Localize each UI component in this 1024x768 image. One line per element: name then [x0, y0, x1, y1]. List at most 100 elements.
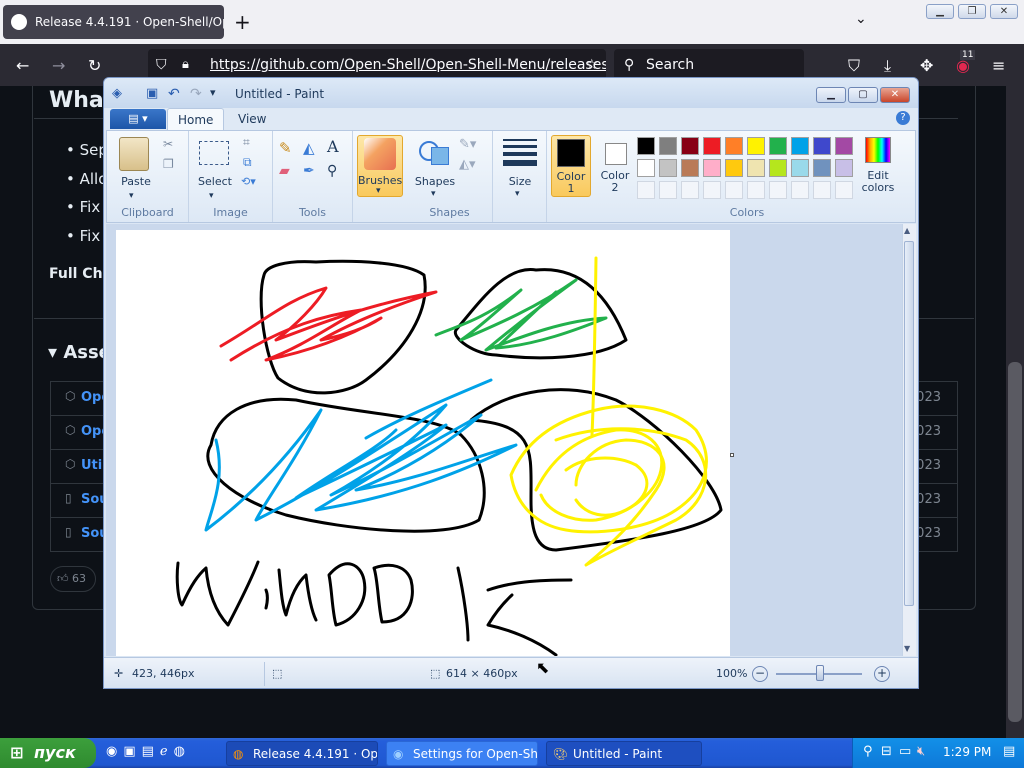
scroll-up-icon[interactable]: ▲ — [904, 226, 910, 235]
minimize-button[interactable]: ▁ — [926, 4, 954, 19]
magnifier-icon[interactable]: ⚲ — [327, 163, 337, 179]
palette-swatch[interactable] — [725, 137, 743, 155]
palette-swatch[interactable] — [747, 137, 765, 155]
extensions-icon[interactable]: ✥ — [920, 56, 933, 75]
paste-dropdown-icon[interactable]: ▾ — [129, 191, 134, 201]
select-dropdown-icon[interactable]: ▾ — [209, 191, 214, 201]
undo-icon[interactable]: ↶ — [168, 86, 182, 102]
canvas-resize-handle[interactable] — [730, 453, 734, 457]
new-tab-button[interactable]: + — [234, 10, 251, 34]
close-button[interactable]: ✕ — [990, 4, 1018, 19]
save-icon[interactable]: ▣ — [146, 86, 160, 101]
start-button[interactable]: ⊞ пуск — [0, 738, 96, 768]
fill-icon[interactable]: ◭ — [303, 139, 315, 157]
palette-swatch[interactable] — [747, 159, 765, 177]
paint-title-bar[interactable] — [104, 78, 918, 108]
palette-empty-swatch[interactable] — [637, 181, 655, 199]
forward-icon[interactable]: → — [52, 56, 65, 75]
palette-empty-swatch[interactable] — [835, 181, 853, 199]
palette-swatch[interactable] — [659, 137, 677, 155]
palette-swatch[interactable] — [659, 159, 677, 177]
palette-empty-swatch[interactable] — [681, 181, 699, 199]
palette-swatch[interactable] — [703, 159, 721, 177]
paint-minimize-button[interactable]: ▁ — [816, 87, 846, 103]
canvas-scroll-thumb[interactable] — [904, 241, 914, 606]
page-scroll-thumb[interactable] — [1008, 362, 1022, 722]
palette-swatch[interactable] — [769, 137, 787, 155]
color2-button[interactable]: Color 2 — [595, 135, 635, 197]
text-icon[interactable]: A — [327, 137, 339, 156]
palette-empty-swatch[interactable] — [725, 181, 743, 199]
palette-empty-swatch[interactable] — [791, 181, 809, 199]
restore-button[interactable]: ❐ — [958, 4, 986, 19]
redo-icon[interactable]: ↷ — [190, 86, 204, 102]
reload-icon[interactable]: ↻ — [88, 56, 101, 75]
palette-empty-swatch[interactable] — [747, 181, 765, 199]
copy-icon[interactable]: ❐ — [163, 157, 174, 171]
download-icon[interactable]: ⤓ — [884, 56, 891, 76]
brushes-button[interactable]: Brushes ▾ — [357, 135, 403, 197]
tray-volume-muted-icon[interactable]: 🔇︎ — [917, 744, 925, 759]
clock[interactable]: 1:29 PM — [943, 745, 991, 759]
eraser-icon[interactable]: ▰ — [279, 163, 290, 179]
quick-access-dropdown-icon[interactable]: ▾ — [210, 86, 224, 100]
shapes-button[interactable]: Shapes — [413, 175, 457, 188]
browser-tab-active[interactable]: Release 4.4.191 · Open-Shell/Op ✕ — [3, 5, 224, 39]
select-button[interactable]: Select — [195, 175, 235, 188]
assets-heading[interactable]: ▾ Asse — [48, 342, 111, 363]
taskbar-item-paint[interactable]: 🎨︎ Untitled - Paint — [546, 741, 702, 766]
palette-swatch[interactable] — [813, 159, 831, 177]
palette-swatch[interactable] — [813, 137, 831, 155]
paint-menu-button[interactable]: ▤ ▾ — [110, 109, 166, 129]
shapes-dropdown-icon[interactable]: ▾ — [431, 189, 436, 199]
color-picker-icon[interactable]: ✒ — [303, 163, 315, 179]
paint-close-button[interactable]: ✕ — [880, 87, 910, 103]
crop-icon[interactable]: ⌗ — [243, 135, 250, 150]
menu-icon[interactable]: ≡ — [992, 56, 1005, 75]
tab-view[interactable]: View — [228, 110, 276, 128]
quick-launch-icons[interactable]: ◉▣▤ℯ◍ — [106, 744, 191, 759]
edit-colors-button[interactable]: Edit colors — [861, 135, 895, 197]
taskbar-item-firefox[interactable]: ◍ Release 4.4.191 · Ope... — [226, 741, 378, 766]
resize-icon[interactable]: ⧉ — [243, 155, 252, 170]
zoom-out-button[interactable]: − — [752, 666, 768, 682]
palette-swatch[interactable] — [637, 137, 655, 155]
palette-swatch[interactable] — [725, 159, 743, 177]
palette-empty-swatch[interactable] — [813, 181, 831, 199]
fill-shape-icon[interactable]: ◭▾ — [459, 157, 476, 172]
size-button[interactable]: Size — [497, 175, 543, 188]
paste-button[interactable]: Paste — [115, 175, 157, 188]
outline-icon[interactable]: ✎▾ — [459, 137, 476, 152]
scroll-down-icon[interactable]: ▼ — [904, 644, 910, 653]
cut-icon[interactable]: ✂ — [163, 137, 173, 151]
palette-swatch[interactable] — [769, 159, 787, 177]
color1-button[interactable]: Color 1 — [551, 135, 591, 197]
tray-network-icon[interactable]: ⊟ — [881, 744, 892, 759]
size-dropdown-icon[interactable]: ▾ — [515, 189, 520, 199]
palette-swatch[interactable] — [681, 159, 699, 177]
palette-swatch[interactable] — [835, 137, 853, 155]
rotate-icon[interactable]: ⟲▾ — [241, 175, 256, 188]
help-icon[interactable]: ? — [896, 111, 910, 125]
taskbar-item-settings[interactable]: ◉ Settings for Open-Shel... — [386, 741, 538, 766]
palette-swatch[interactable] — [791, 159, 809, 177]
zoom-slider-thumb[interactable] — [816, 665, 824, 681]
palette-swatch[interactable] — [703, 137, 721, 155]
reaction-button[interactable]: 👍︎ 63 — [50, 566, 96, 592]
zoom-in-button[interactable]: + — [874, 666, 890, 682]
palette-swatch[interactable] — [791, 137, 809, 155]
tray-search-icon[interactable]: ⚲ — [863, 744, 873, 759]
paint-maximize-button[interactable]: ▢ — [848, 87, 878, 103]
pocket-icon[interactable]: ⛉ — [848, 56, 860, 76]
palette-empty-swatch[interactable] — [769, 181, 787, 199]
palette-empty-swatch[interactable] — [659, 181, 677, 199]
tab-home[interactable]: Home — [167, 108, 225, 130]
pencil-icon[interactable]: ✎ — [279, 139, 292, 157]
tray-action-center-icon[interactable]: ▤ — [1003, 744, 1015, 759]
palette-swatch[interactable] — [637, 159, 655, 177]
palette-swatch[interactable] — [681, 137, 699, 155]
palette-empty-swatch[interactable] — [703, 181, 721, 199]
palette-swatch[interactable] — [835, 159, 853, 177]
back-icon[interactable]: ← — [16, 56, 29, 75]
drawing-canvas[interactable] — [116, 230, 730, 656]
